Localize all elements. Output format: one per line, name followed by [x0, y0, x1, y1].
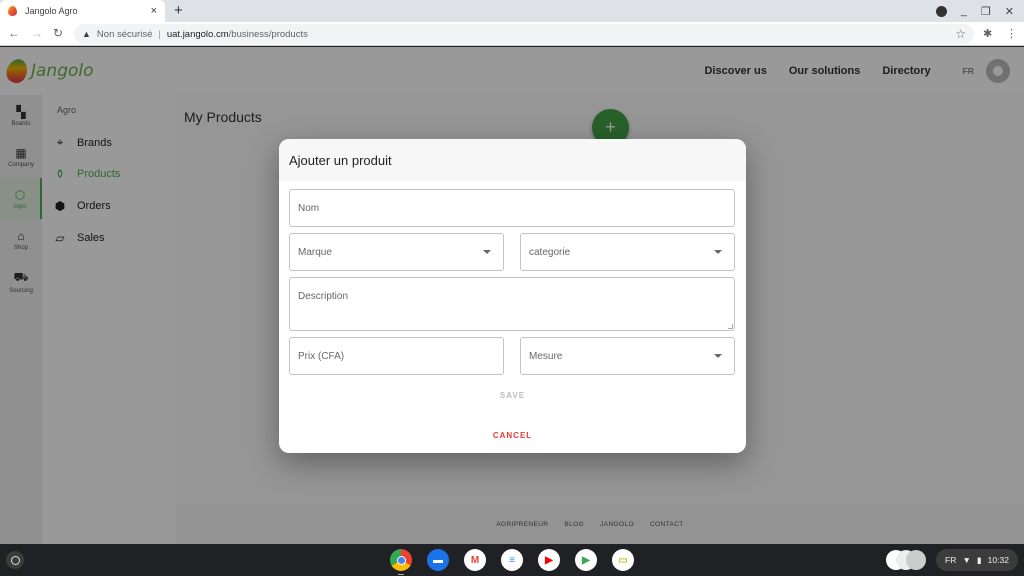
dropdown-arrow-icon: [714, 250, 722, 254]
forward-button[interactable]: →: [31, 26, 43, 40]
nom-placeholder: Nom: [298, 202, 320, 214]
save-button[interactable]: SAVE: [279, 391, 746, 400]
separator: |: [158, 28, 161, 40]
profile-icon[interactable]: [935, 5, 947, 17]
tab-strip: Jangolo Agro × + _ ❐ ✕: [0, 0, 1024, 22]
address-bar[interactable]: ▲ Non sécurisé | uat.jangolo.cm /busines…: [74, 24, 974, 44]
warning-icon: ▲: [82, 29, 91, 39]
gmail-app-icon[interactable]: M: [464, 549, 486, 571]
ime-indicator: FR: [945, 555, 957, 565]
launcher-circle-icon: [10, 555, 20, 565]
description-placeholder: Description: [298, 291, 349, 302]
cancel-button[interactable]: CANCEL: [279, 431, 746, 440]
reload-button[interactable]: ↻: [53, 26, 63, 40]
chrome-app-icon[interactable]: [390, 549, 412, 575]
files-app-icon[interactable]: ▬: [427, 549, 449, 571]
nom-input[interactable]: Nom: [289, 189, 735, 227]
notification-icon: [906, 550, 926, 570]
dropdown-arrow-icon: [714, 354, 722, 358]
notification-tray[interactable]: [886, 550, 930, 570]
new-tab-button[interactable]: +: [174, 2, 183, 19]
docs-app-icon[interactable]: ≡: [501, 549, 523, 571]
screen: Jangolo Agro × + _ ❐ ✕ ← → ↻ ▲ Non sécur…: [0, 0, 1024, 576]
security-label: Non sécurisé: [96, 28, 153, 40]
mesure-placeholder: Mesure: [529, 350, 563, 362]
restore-button[interactable]: ❐: [981, 5, 991, 18]
tab-title: Jangolo Agro: [25, 6, 78, 16]
window-controls: _ ❐ ✕: [935, 0, 1024, 22]
jangolo-favicon-icon: [8, 6, 17, 16]
extensions-icon[interactable]: ✱: [983, 27, 992, 40]
play-store-app-icon[interactable]: ▶: [575, 549, 597, 571]
battery-icon: ▮: [976, 554, 982, 565]
prix-input[interactable]: Prix (CFA): [289, 337, 504, 375]
status-area[interactable]: FR ▼ ▮ 10:32: [936, 549, 1018, 571]
prix-placeholder: Prix (CFA): [298, 350, 345, 362]
tab-close-icon[interactable]: ×: [151, 5, 157, 17]
os-shelf: ▬ M ≡ ▶ ▶ ▭ FR ▼ ▮ 10:32: [0, 544, 1024, 576]
toolbar: ← → ↻ ▲ Non sécurisé | uat.jangolo.cm /b…: [0, 22, 1024, 46]
close-window-button[interactable]: ✕: [1005, 5, 1014, 18]
browser-menu-icon[interactable]: ⋮: [1006, 27, 1017, 40]
url-host: uat.jangolo.cm: [166, 28, 229, 40]
mesure-select[interactable]: Mesure: [520, 337, 735, 375]
resize-handle-icon[interactable]: [728, 324, 733, 329]
wifi-icon: ▼: [962, 555, 971, 565]
marque-placeholder: Marque: [298, 246, 332, 258]
clock: 10:32: [987, 555, 1009, 565]
categorie-select[interactable]: categorie: [520, 233, 735, 271]
keep-app-icon[interactable]: ▭: [612, 549, 634, 571]
description-textarea[interactable]: Description: [289, 277, 735, 331]
launcher-button[interactable]: [6, 551, 24, 569]
pinned-apps: ▬ M ≡ ▶ ▶ ▭: [390, 549, 634, 575]
browser-tab[interactable]: Jangolo Agro ×: [0, 0, 165, 22]
categorie-placeholder: categorie: [529, 246, 571, 258]
marque-select[interactable]: Marque: [289, 233, 504, 271]
bookmark-star-icon[interactable]: ☆: [955, 27, 966, 41]
dialog-title: Ajouter un produit: [279, 139, 746, 181]
back-button[interactable]: ←: [8, 26, 20, 40]
dropdown-arrow-icon: [483, 250, 491, 254]
add-product-dialog: Ajouter un produit Nom Marque categorie …: [279, 139, 746, 453]
minimize-button[interactable]: _: [961, 5, 967, 17]
youtube-app-icon[interactable]: ▶: [538, 549, 560, 571]
url-path: /business/products: [228, 28, 308, 40]
